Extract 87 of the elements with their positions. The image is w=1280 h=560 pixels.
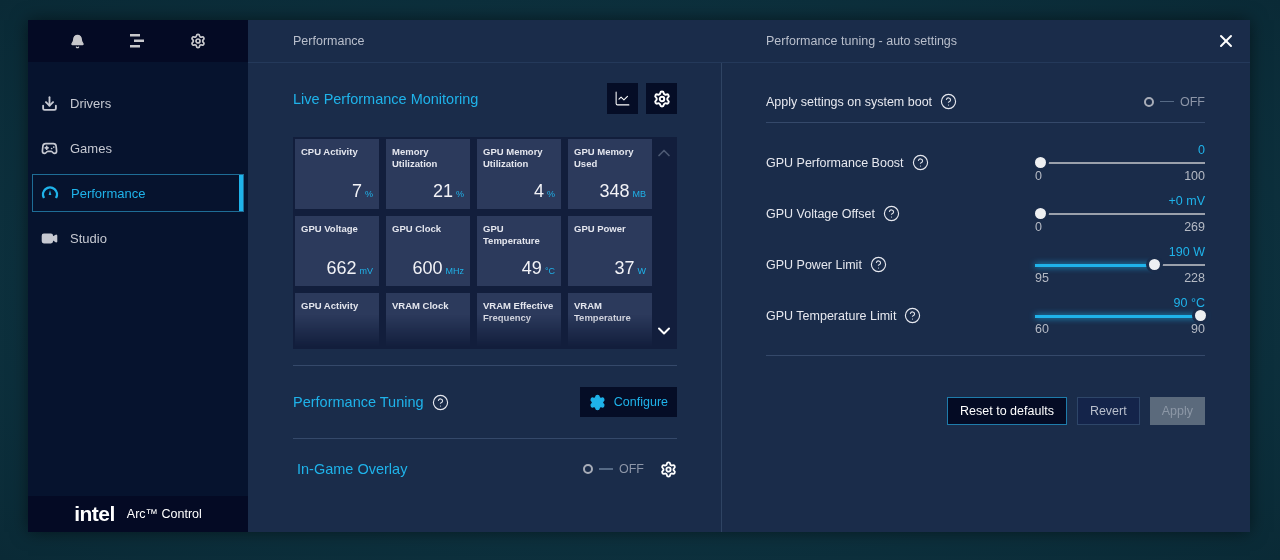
slider-max: 90 [1191, 321, 1205, 336]
help-icon[interactable] [904, 307, 922, 324]
slider-thumb[interactable] [1035, 156, 1046, 168]
toggle-state: OFF [619, 462, 644, 476]
metric-label: GPU Voltage [301, 223, 359, 235]
metric-label: GPU Clock [392, 223, 443, 235]
setting-label: GPU Performance Boost [766, 155, 904, 170]
slider-min: 0 [1035, 168, 1042, 183]
section-title: Performance Tuning [293, 394, 424, 410]
setting-label: Apply settings on system boot [766, 94, 933, 109]
section-title: Live Performance Monitoring [293, 90, 479, 107]
metric-unit: % [365, 189, 373, 199]
setting-label: GPU Power Limit [766, 257, 862, 272]
panel-title: Performance tuning - auto settings [766, 34, 958, 48]
toggle-switch[interactable]: OFF [1144, 94, 1205, 109]
metric-label: GPU Power [574, 223, 627, 235]
metric-label: VRAM Clock [392, 300, 450, 312]
metric-value: 600 [412, 258, 443, 279]
slider-track[interactable] [1035, 156, 1205, 169]
slider-min: 95 [1035, 270, 1049, 285]
sidebar-item[interactable]: Drivers [32, 84, 244, 122]
configure-button[interactable]: Configure [579, 387, 677, 417]
toggle-switch[interactable]: OFF [583, 462, 644, 476]
metric-label: Memory Utilization [392, 146, 439, 170]
bell-icon[interactable] [70, 33, 86, 49]
metric-unit: MHz [445, 266, 464, 276]
product-name: Arc™ Control [126, 507, 202, 521]
metric-value: 21 [432, 181, 453, 202]
metric-unit: W [637, 266, 646, 276]
metric-label: GPU Memory Utilization [483, 146, 544, 170]
slider-value: +0 mV [1168, 193, 1205, 208]
metric-value: 49 [521, 258, 542, 279]
settings-icon[interactable] [189, 33, 206, 49]
download-icon [41, 94, 58, 112]
help-icon[interactable] [940, 93, 958, 110]
metric-label: VRAM Effective Frequency [483, 300, 555, 324]
chart-button[interactable] [607, 83, 638, 114]
help-icon[interactable] [431, 393, 449, 411]
metric-unit: mV [359, 266, 373, 276]
help-icon[interactable] [882, 205, 900, 222]
sidebar-item[interactable]: Games [32, 129, 244, 167]
slider-min: 0 [1035, 219, 1042, 234]
brand-logo: intel [74, 502, 115, 526]
metric-value: 662 [326, 258, 357, 279]
slider-max: 228 [1184, 270, 1205, 285]
slider-value: 90 °C [1173, 295, 1205, 310]
sidebar-item[interactable]: Performance [32, 174, 244, 212]
page-title: Performance [293, 34, 365, 48]
slider-value: 0 [1198, 142, 1205, 157]
metric-unit: % [547, 189, 555, 199]
setting-label: GPU Voltage Offset [766, 206, 875, 221]
slider-value: 190 W [1168, 244, 1205, 259]
line-chart-icon [614, 90, 631, 107]
help-icon[interactable] [911, 154, 929, 171]
gauge-icon [41, 185, 59, 201]
slider-min: 60 [1035, 321, 1049, 336]
metric-value: 7 [351, 181, 362, 202]
metric-label: CPU Activity [301, 146, 359, 158]
metric-label: GPU Temperature [483, 223, 541, 247]
slider-max: 100 [1184, 168, 1205, 183]
action-button[interactable]: Revert [1076, 397, 1140, 425]
metric-label: GPU Memory Used [574, 146, 635, 170]
metric-value: 348 [599, 181, 630, 202]
section-title: In-Game Overlay [297, 461, 408, 477]
metric-value: 37 [614, 258, 635, 279]
gear-icon [652, 89, 671, 108]
slider-track[interactable] [1035, 309, 1205, 322]
setting-label: GPU Temperature Limit [766, 308, 897, 323]
slider-max: 269 [1184, 219, 1205, 234]
action-button[interactable]: Reset to defaults [947, 397, 1067, 425]
gear-icon [588, 393, 606, 411]
metric-label: VRAM Temperature [574, 300, 632, 324]
metric-unit: MB [632, 189, 646, 199]
toggle-state: OFF [1180, 94, 1205, 109]
slider-thumb[interactable] [1195, 309, 1206, 321]
slider-track[interactable] [1035, 258, 1205, 271]
settings-button[interactable] [646, 83, 677, 114]
sidebar-item[interactable]: Studio [32, 219, 244, 257]
slider-thumb[interactable] [1035, 207, 1046, 219]
metric-unit: % [456, 189, 464, 199]
slider-thumb[interactable] [1149, 258, 1161, 270]
slider-track[interactable] [1035, 207, 1205, 220]
menu-icon[interactable] [129, 33, 146, 49]
help-icon[interactable] [869, 256, 887, 273]
metric-unit: °C [544, 266, 555, 276]
metric-label: GPU Activity [301, 300, 360, 312]
metric-value: 4 [533, 181, 544, 202]
